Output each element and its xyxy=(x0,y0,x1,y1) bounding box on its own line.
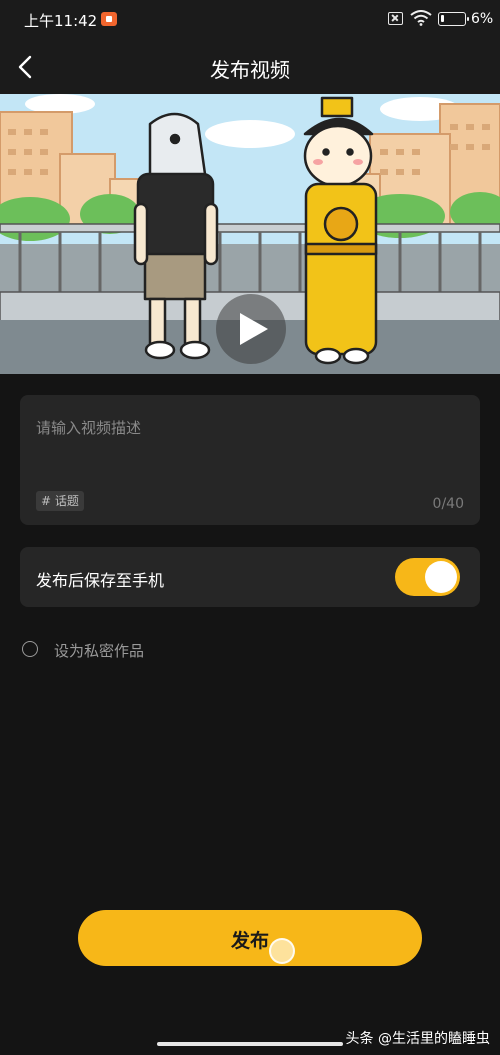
publish-label: 发布 xyxy=(230,930,269,952)
save-to-phone-label: 发布后保存至手机 xyxy=(36,571,165,590)
battery-percent: 6% xyxy=(471,11,494,27)
sim-no-service-icon xyxy=(388,12,403,25)
publish-button[interactable]: 发布 xyxy=(78,910,422,966)
home-indicator[interactable] xyxy=(157,1042,343,1046)
topic-tag-button[interactable]: # 话题 xyxy=(36,491,84,511)
save-to-phone-toggle[interactable] xyxy=(395,558,460,596)
play-button[interactable] xyxy=(216,294,286,364)
battery-icon xyxy=(438,12,469,26)
toggle-knob xyxy=(425,561,457,593)
video-preview[interactable] xyxy=(0,94,500,374)
char-counter: 0/40 xyxy=(432,496,464,512)
screen-record-icon xyxy=(101,12,117,26)
watermark: 头条 @生活里的瞌睡虫 xyxy=(345,1031,490,1047)
status-bar: 上午11:42 6% xyxy=(0,0,500,38)
description-placeholder: 请输入视频描述 xyxy=(36,419,142,437)
status-time: 上午11:42 xyxy=(24,12,98,30)
private-label: 设为私密作品 xyxy=(54,642,145,660)
save-to-phone-row: 发布后保存至手机 xyxy=(20,547,480,607)
nav-bar: 发布视频 xyxy=(0,38,500,94)
description-input[interactable]: 请输入视频描述 # 话题 0/40 xyxy=(20,395,480,525)
page-title: 发布视频 xyxy=(210,58,290,82)
wifi-icon xyxy=(410,10,432,26)
private-option[interactable]: 设为私密作品 xyxy=(20,636,320,664)
touch-indicator xyxy=(269,938,295,964)
private-radio[interactable] xyxy=(22,641,38,657)
play-icon xyxy=(240,313,268,345)
